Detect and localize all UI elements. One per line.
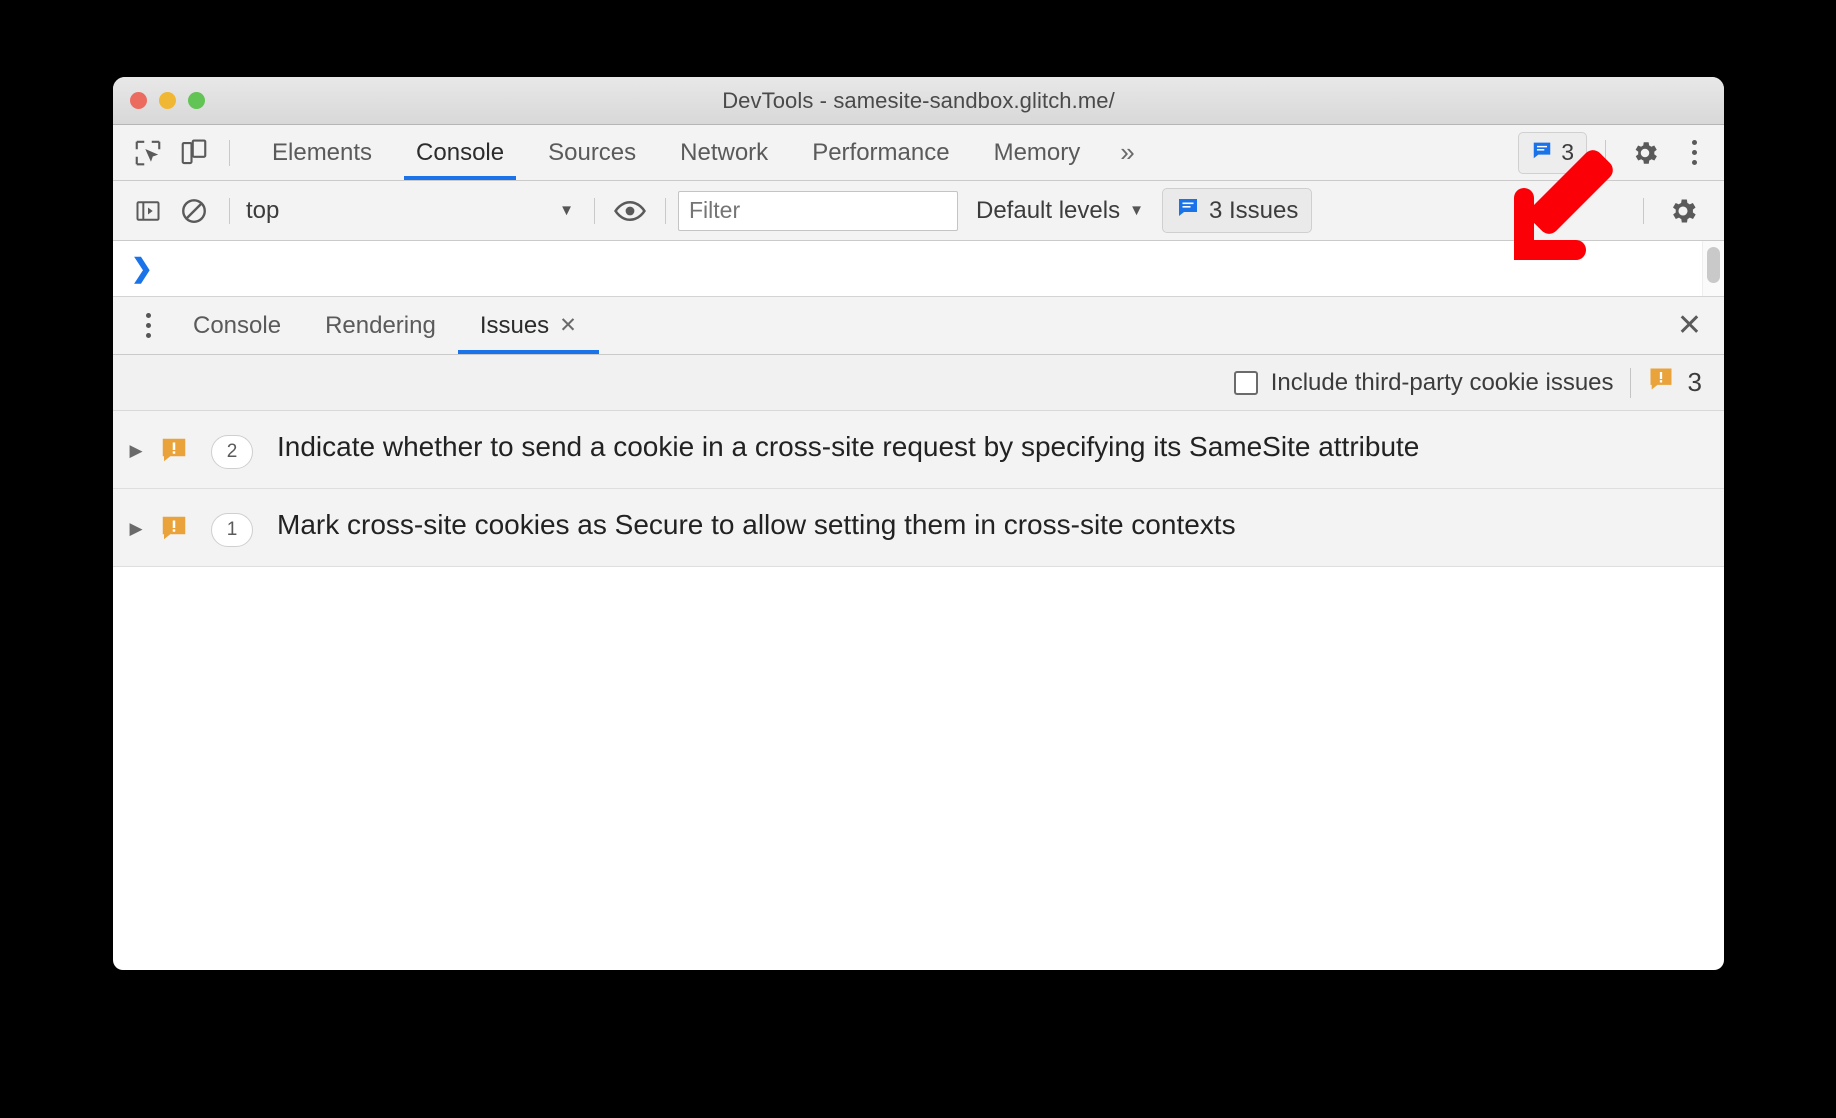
- tab-console[interactable]: Console: [394, 125, 526, 180]
- settings-button-top[interactable]: [1618, 138, 1672, 168]
- console-toolbar-divider-1: [229, 197, 230, 224]
- window-title: DevTools - samesite-sandbox.glitch.me/: [722, 87, 1115, 113]
- kebab-dot: [1691, 140, 1697, 145]
- issues-warning-count-group: 3: [1647, 365, 1702, 400]
- live-expression-icon[interactable]: [607, 188, 653, 234]
- issues-button-label: 3 Issues: [1208, 196, 1299, 224]
- prompt-caret-icon: ❯: [131, 253, 153, 283]
- tab-performance[interactable]: Performance: [790, 125, 971, 180]
- execution-context-label: top: [246, 196, 280, 224]
- kebab-dot: [145, 323, 151, 328]
- console-prompt-area[interactable]: ❯: [113, 241, 1724, 297]
- issue-row[interactable]: ▶ 2 Indicate whether to send a cookie in…: [113, 411, 1724, 489]
- issue-count-badge: 1: [211, 513, 253, 547]
- console-sidebar-icon[interactable]: [125, 188, 171, 234]
- issues-list: ▶ 2 Indicate whether to send a cookie in…: [113, 411, 1724, 867]
- chevron-down-icon: ▼: [1129, 202, 1144, 219]
- drawer-tab-bar: Console Rendering Issues ✕ ✕: [113, 297, 1724, 355]
- tab-elements[interactable]: Elements: [250, 125, 394, 180]
- log-levels-label: Default levels: [976, 196, 1121, 224]
- console-scrollbar-thumb[interactable]: [1707, 247, 1720, 283]
- warning-bubble-icon: [159, 507, 189, 548]
- panel-tabs: Elements Console Sources Network Perform…: [250, 125, 1102, 180]
- issues-toolbar-divider: [1629, 367, 1631, 398]
- inspect-element-icon[interactable]: [125, 130, 171, 176]
- drawer-tab-rendering[interactable]: Rendering: [303, 297, 458, 354]
- toggle-device-toolbar-icon[interactable]: [171, 130, 217, 176]
- console-settings-button[interactable]: [1656, 195, 1710, 227]
- issues-toolbar: Include third-party cookie issues 3: [113, 355, 1724, 411]
- warning-bubble-icon: [1647, 365, 1675, 400]
- drawer-tab-console-label: Console: [193, 311, 282, 339]
- issue-message-icon: [1176, 195, 1200, 226]
- gear-icon: [1673, 199, 1696, 222]
- clear-console-icon[interactable]: [171, 188, 217, 234]
- issues-empty-area: [113, 567, 1724, 867]
- close-drawer-button[interactable]: ✕: [1677, 310, 1702, 341]
- tab-network[interactable]: Network: [658, 125, 790, 180]
- more-tabs-icon[interactable]: »: [1102, 137, 1150, 168]
- tab-elements-label: Elements: [272, 138, 373, 166]
- issue-row[interactable]: ▶ 1 Mark cross-site cookies as Secure to…: [113, 489, 1724, 567]
- tabbar-divider-right: [1605, 139, 1606, 166]
- issue-title: Mark cross-site cookies as Secure to all…: [277, 509, 1236, 540]
- title-bar: DevTools - samesite-sandbox.glitch.me/: [113, 77, 1724, 125]
- issues-count-top: 3: [1561, 139, 1574, 165]
- issue-message-icon: [1531, 139, 1553, 167]
- console-filter-input[interactable]: [678, 190, 958, 231]
- console-toolbar-divider-3: [665, 197, 666, 224]
- close-window-button[interactable]: [130, 92, 147, 109]
- chevron-down-icon: ▼: [559, 202, 574, 219]
- close-icon[interactable]: ✕: [559, 313, 577, 338]
- tab-sources[interactable]: Sources: [526, 125, 658, 180]
- expand-arrow-icon[interactable]: ▶: [113, 429, 159, 461]
- toolbar-divider: [229, 139, 230, 166]
- tab-performance-label: Performance: [812, 138, 950, 166]
- tab-memory[interactable]: Memory: [972, 125, 1103, 180]
- zoom-window-button[interactable]: [188, 92, 205, 109]
- drawer-menu-button[interactable]: [125, 313, 171, 338]
- log-levels-selector[interactable]: Default levels ▼: [958, 197, 1162, 225]
- tab-network-label: Network: [680, 138, 769, 166]
- drawer-tab-issues-label: Issues: [479, 311, 550, 339]
- execution-context-selector[interactable]: top ▼: [242, 197, 582, 225]
- issue-count-badge: 2: [211, 435, 253, 469]
- console-toolbar-divider-4: [1643, 197, 1644, 224]
- issues-warning-count: 3: [1687, 367, 1702, 397]
- tab-console-label: Console: [416, 138, 505, 166]
- issues-counter-button-top[interactable]: 3: [1518, 131, 1587, 174]
- issues-button[interactable]: 3 Issues: [1161, 188, 1313, 233]
- tab-memory-label: Memory: [993, 138, 1081, 166]
- console-toolbar-divider-2: [594, 197, 595, 224]
- checkbox-box[interactable]: [1233, 370, 1258, 395]
- tab-sources-label: Sources: [548, 138, 637, 166]
- console-toolbar: top ▼ Default levels ▼ 3 Issues: [113, 181, 1724, 241]
- main-tab-bar: Elements Console Sources Network Perform…: [113, 125, 1724, 181]
- warning-bubble-icon: [159, 429, 189, 470]
- drawer-tab-issues[interactable]: Issues ✕: [457, 297, 599, 354]
- kebab-dot: [145, 313, 151, 318]
- kebab-dot: [145, 333, 151, 338]
- drawer-tab-console[interactable]: Console: [171, 297, 303, 354]
- minimize-window-button[interactable]: [159, 92, 176, 109]
- expand-arrow-icon[interactable]: ▶: [113, 507, 159, 539]
- include-third-party-cookie-issues-checkbox[interactable]: Include third-party cookie issues: [1233, 368, 1614, 397]
- drawer-tab-rendering-label: Rendering: [325, 311, 436, 339]
- main-menu-button[interactable]: [1672, 140, 1716, 165]
- kebab-dot: [1691, 160, 1697, 165]
- devtools-window: DevTools - samesite-sandbox.glitch.me/ E…: [113, 77, 1724, 970]
- gear-icon: [1635, 141, 1657, 164]
- console-scrollbar[interactable]: [1702, 241, 1724, 296]
- issue-title: Indicate whether to send a cookie in a c…: [277, 431, 1420, 462]
- include-third-party-cookie-issues-label: Include third-party cookie issues: [1270, 368, 1614, 396]
- traffic-lights: [130, 92, 205, 109]
- kebab-dot: [1691, 150, 1697, 155]
